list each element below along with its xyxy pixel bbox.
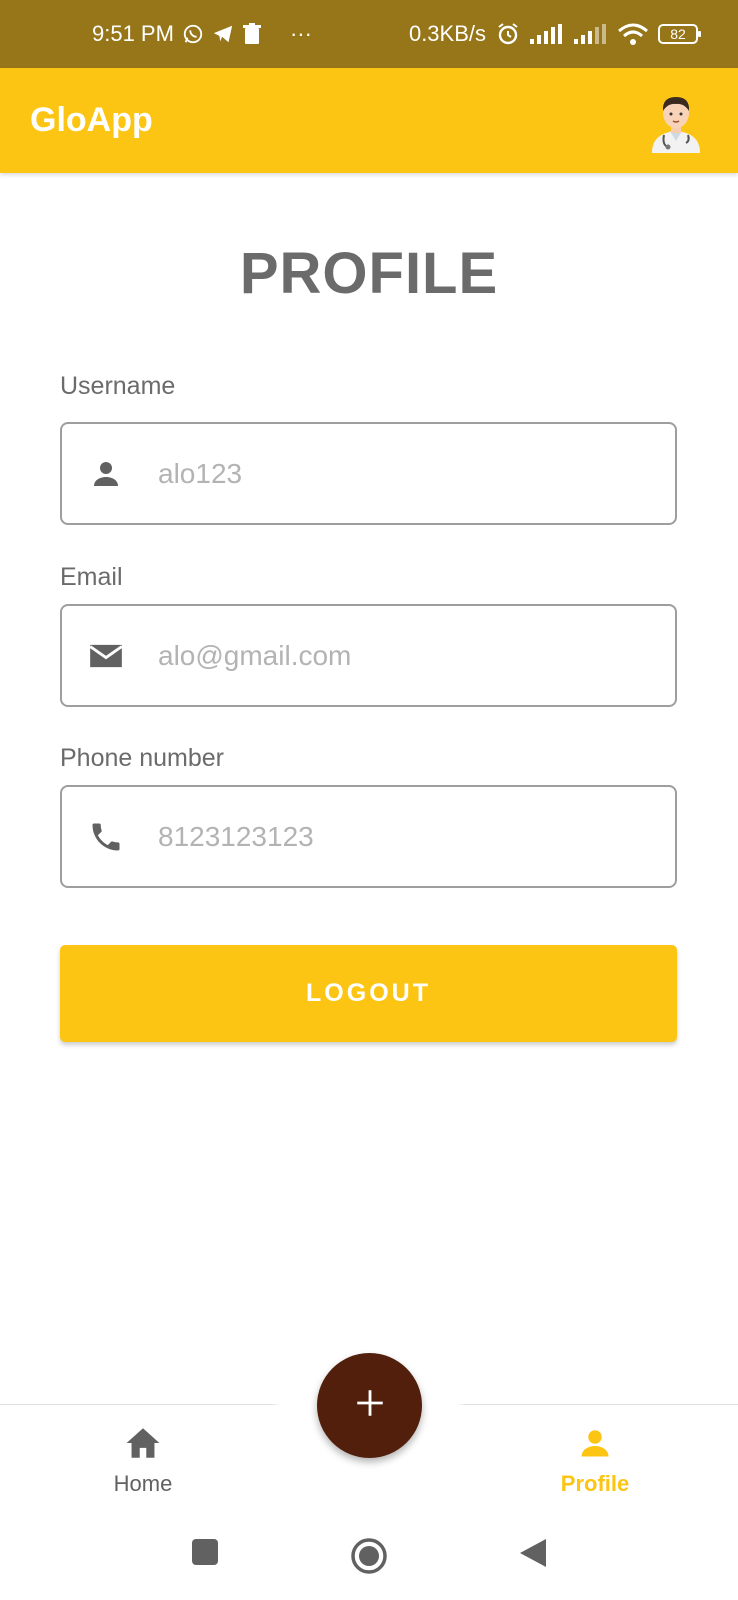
- email-input[interactable]: [156, 638, 640, 673]
- phone-input[interactable]: [156, 819, 640, 854]
- whatsapp-icon: [182, 23, 204, 45]
- phone-field[interactable]: [60, 785, 677, 888]
- status-time: 9:51 PM: [92, 21, 174, 46]
- doctor-avatar-icon[interactable]: [644, 89, 708, 153]
- nav-label-profile: Profile: [560, 1471, 630, 1496]
- home-icon: [123, 1425, 163, 1467]
- wifi-icon: [618, 23, 648, 45]
- app-bar: GloApp: [0, 68, 738, 173]
- app-title: GloApp: [30, 101, 153, 139]
- status-right: 0.3KB/s 82: [408, 21, 701, 47]
- email-field[interactable]: [60, 604, 677, 707]
- phone-icon: [86, 817, 126, 857]
- status-bar: 9:51 PM ··· 0.3KB/s 82: [0, 0, 738, 68]
- net-speed: 0.3KB/s: [408, 21, 486, 46]
- alarm-icon: [496, 22, 520, 46]
- person-icon: [577, 1425, 613, 1467]
- nav-label-home: Home: [113, 1471, 173, 1496]
- username-input[interactable]: [156, 456, 640, 491]
- telegram-icon: [212, 23, 234, 45]
- more-indicator: ···: [289, 21, 312, 46]
- signal-icon: [574, 24, 608, 44]
- person-icon: [86, 454, 126, 494]
- nav-item-profile[interactable]: Profile: [525, 1425, 665, 1497]
- circle-icon[interactable]: [350, 1537, 388, 1575]
- battery-icon: 82: [658, 24, 701, 44]
- username-field[interactable]: [60, 422, 677, 525]
- square-icon[interactable]: [190, 1537, 220, 1567]
- signal-icon: [530, 24, 564, 44]
- username-label: Username: [60, 372, 176, 400]
- logout-button[interactable]: LOGOUT: [60, 945, 677, 1042]
- email-label: Email: [60, 563, 123, 591]
- nav-item-home[interactable]: Home: [73, 1425, 213, 1497]
- back-triangle-icon[interactable]: [518, 1537, 548, 1569]
- plus-icon: [353, 1386, 387, 1425]
- system-nav: [0, 1515, 738, 1600]
- trash-icon: [242, 23, 262, 45]
- mail-icon: [86, 636, 126, 676]
- phone-label: Phone number: [60, 744, 225, 772]
- add-button[interactable]: [317, 1353, 422, 1458]
- page-title: PROFILE: [239, 241, 499, 306]
- status-left: 9:51 PM ···: [92, 21, 312, 47]
